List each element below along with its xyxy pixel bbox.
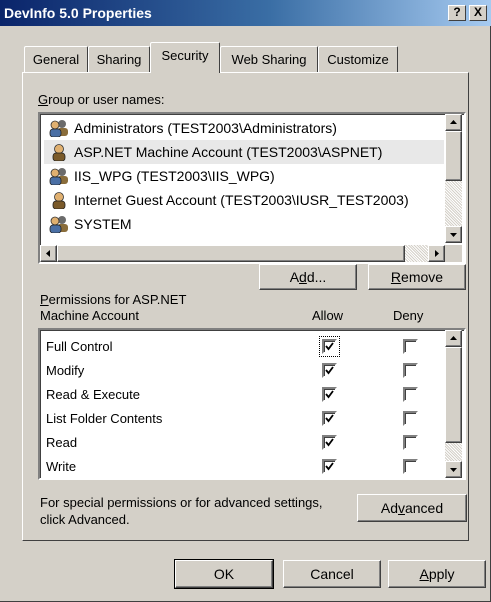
- special-permissions-text-line2: click Advanced.: [40, 512, 130, 527]
- deny-checkbox-write[interactable]: [403, 459, 418, 474]
- permission-row: Full Control: [46, 339, 113, 354]
- user-name: SYSTEM: [74, 216, 132, 232]
- user-list[interactable]: Administrators (TEST2003\Administrators)…: [38, 112, 466, 264]
- tab-customize[interactable]: Customize: [318, 46, 398, 72]
- allow-checkbox-list-folder-contents[interactable]: [322, 411, 337, 426]
- close-button[interactable]: X: [469, 5, 487, 21]
- scroll-up-button[interactable]: [445, 330, 462, 347]
- deny-checkbox-full-control[interactable]: [403, 339, 418, 354]
- scroll-down-button[interactable]: [445, 461, 462, 478]
- allow-checkbox-modify[interactable]: [322, 363, 337, 378]
- allow-column-header: Allow: [312, 308, 344, 323]
- user-name: Internet Guest Account (TEST2003\IUSR_TE…: [74, 192, 409, 208]
- vertical-scroll-thumb[interactable]: [445, 131, 462, 181]
- title-bar[interactable]: DevInfo 5.0 Properties ? X: [0, 0, 491, 26]
- allow-checkbox-read-execute[interactable]: [322, 387, 337, 402]
- tab-general[interactable]: General: [24, 46, 88, 72]
- arrow-down-icon: [450, 468, 457, 472]
- tab-security[interactable]: Security: [150, 42, 220, 73]
- apply-button[interactable]: Apply: [388, 560, 486, 588]
- scroll-up-button[interactable]: [445, 114, 462, 131]
- permission-row: List Folder Contents: [46, 411, 163, 426]
- horizontal-scroll-thumb[interactable]: [57, 245, 405, 262]
- deny-checkbox-read-execute[interactable]: [403, 387, 418, 402]
- list-item[interactable]: IIS_WPG (TEST2003\IIS_WPG): [44, 164, 444, 188]
- list-item[interactable]: SYSTEM: [44, 212, 444, 236]
- scroll-corner: [445, 245, 462, 262]
- special-permissions-text-line1: For special permissions or for advanced …: [40, 495, 323, 510]
- arrow-left-icon: [46, 250, 50, 257]
- properties-dialog: DevInfo 5.0 Properties ? X General Shari…: [0, 0, 491, 602]
- permission-row: Read: [46, 435, 78, 450]
- checkmark-icon: [325, 342, 334, 351]
- tab-sharing[interactable]: Sharing: [88, 46, 150, 72]
- permission-row: Read & Execute: [46, 387, 140, 402]
- checkmark-icon: [325, 414, 334, 423]
- checkmark-icon: [325, 462, 334, 471]
- user-name: ASP.NET Machine Account (TEST2003\ASPNET…: [74, 144, 383, 160]
- scroll-right-button[interactable]: [428, 245, 445, 262]
- permissions-heading: Permissions for ASP.NET: [40, 292, 187, 307]
- arrow-up-icon: [450, 120, 457, 124]
- scroll-left-button[interactable]: [40, 245, 57, 262]
- checkmark-icon: [325, 366, 334, 375]
- ok-button[interactable]: OK: [174, 559, 274, 589]
- allow-checkbox-read[interactable]: [322, 435, 337, 450]
- allow-checkbox-full-control[interactable]: [322, 339, 337, 354]
- group-icon: [49, 120, 68, 137]
- cancel-button[interactable]: Cancel: [283, 560, 381, 588]
- group-icon: [49, 168, 68, 185]
- list-item[interactable]: Internet Guest Account (TEST2003\IUSR_TE…: [44, 188, 444, 212]
- advanced-button[interactable]: Advanced: [357, 494, 467, 522]
- group-icon: [49, 216, 68, 233]
- user-icon: [52, 144, 66, 161]
- deny-checkbox-list-folder-contents[interactable]: [403, 411, 418, 426]
- user-name: Administrators (TEST2003\Administrators): [74, 120, 337, 136]
- allow-checkbox-write[interactable]: [322, 459, 337, 474]
- checkmark-icon: [325, 390, 334, 399]
- arrow-up-icon: [450, 336, 457, 340]
- remove-button[interactable]: Remove: [368, 264, 466, 290]
- user-icon: [52, 192, 66, 209]
- arrow-down-icon: [450, 233, 457, 237]
- deny-column-header: Deny: [393, 308, 424, 323]
- permissions-heading-account: Machine Account: [40, 308, 140, 323]
- checkmark-icon: [325, 438, 334, 447]
- permission-row: Write: [46, 459, 77, 474]
- list-item[interactable]: Administrators (TEST2003\Administrators): [44, 116, 444, 140]
- group-or-user-names-label: Group or user names:: [38, 92, 165, 107]
- scroll-down-button[interactable]: [445, 226, 462, 243]
- deny-checkbox-read[interactable]: [403, 435, 418, 450]
- permissions-scroll-thumb[interactable]: [445, 347, 462, 443]
- list-item-selected[interactable]: ASP.NET Machine Account (TEST2003\ASPNET…: [44, 140, 444, 164]
- help-button[interactable]: ?: [448, 5, 466, 21]
- deny-checkbox-modify[interactable]: [403, 363, 418, 378]
- arrow-right-icon: [435, 250, 439, 257]
- add-button[interactable]: Add...: [259, 264, 357, 290]
- permissions-list: Full Control Modify Read & Execute List …: [38, 328, 466, 480]
- user-name: IIS_WPG (TEST2003\IIS_WPG): [74, 168, 275, 184]
- window-title: DevInfo 5.0 Properties: [4, 5, 152, 21]
- tab-web-sharing[interactable]: Web Sharing: [220, 46, 318, 72]
- permission-row: Modify: [46, 363, 85, 378]
